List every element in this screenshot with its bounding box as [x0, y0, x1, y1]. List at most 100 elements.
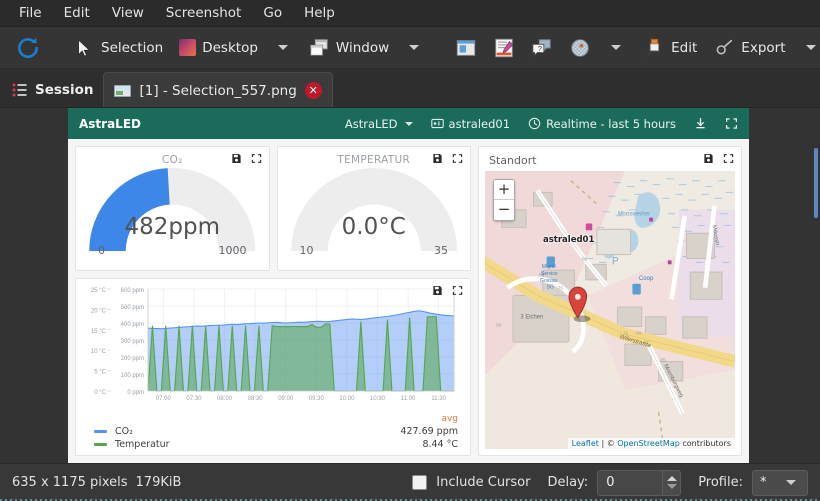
map-zoom-out-button[interactable]: − — [494, 200, 514, 220]
save-dashboard-icon[interactable] — [231, 153, 242, 164]
include-cursor-checkbox[interactable] — [412, 475, 428, 490]
download-button[interactable] — [694, 117, 707, 130]
svg-text:Service: Service — [541, 271, 558, 277]
arrow-up-icon[interactable] — [666, 476, 677, 481]
time-range-picker[interactable]: Realtime - last 5 hours — [528, 117, 676, 131]
edit-button[interactable]: Edit — [636, 32, 704, 64]
map-zoom-in-button[interactable]: + — [494, 180, 514, 200]
fullscreen-button[interactable] — [725, 117, 738, 130]
clock-icon — [528, 117, 541, 130]
menu-item-file[interactable]: File — [8, 2, 53, 24]
panel-chart-actions — [432, 285, 463, 296]
temperature-max: 35 — [434, 244, 448, 257]
co2-max: 1000 — [218, 244, 247, 257]
delay-stepper[interactable]: 0 — [597, 469, 682, 496]
window-label: Window — [335, 39, 390, 56]
plug-icon — [716, 39, 733, 54]
chevron-down-icon — [805, 45, 816, 50]
window-capture-button[interactable]: Window — [301, 32, 396, 64]
fullscreen-icon[interactable] — [723, 153, 734, 164]
export-dropdown-button[interactable] — [795, 32, 820, 64]
attribution-sep: | © — [598, 439, 618, 448]
tab-title: [1] - Selection_557.png — [139, 82, 297, 99]
menu-item-view[interactable]: View — [101, 2, 155, 24]
desktop-dropdown-button[interactable] — [267, 32, 299, 64]
svg-text:Gossau: Gossau — [540, 278, 557, 284]
leaflet-link[interactable]: Leaflet — [572, 439, 599, 448]
legend-row-co2[interactable]: CO₂ 427.69 ppm — [94, 425, 458, 438]
annotate-button[interactable] — [486, 32, 522, 64]
panel-temperature[interactable]: TEMPERATUR 0.0°C 10 35 — [276, 146, 471, 271]
svg-text:400 ppm: 400 ppm — [121, 322, 144, 328]
main-toolbar: Selection Desktop Window ? Edit Export — [0, 27, 820, 69]
menu-item-go[interactable]: Go — [252, 2, 293, 24]
vertical-scrollbar[interactable] — [814, 148, 818, 218]
fullscreen-icon[interactable] — [452, 285, 463, 296]
delay-stepper-arrows[interactable] — [662, 470, 680, 495]
tab-screenshot-file[interactable]: [1] - Selection_557.png ✕ — [103, 72, 333, 108]
new-screenshot-button[interactable] — [8, 32, 48, 64]
svg-text:200 ppm: 200 ppm — [121, 356, 144, 362]
profile-select[interactable]: * — [752, 469, 808, 496]
panel-co2-actions — [231, 153, 262, 164]
include-cursor-label: Include Cursor — [436, 475, 531, 490]
tab-bar: Session [1] - Selection_557.png ✕ — [0, 69, 820, 108]
panel-location-map[interactable]: Standort 93 85 75 88 71 69 67 65 Wilerst… — [478, 146, 742, 456]
fullscreen-icon[interactable] — [452, 153, 463, 164]
co2-min: 0 — [98, 244, 105, 257]
attribution-suffix: contributors — [679, 439, 731, 448]
save-dashboard-icon[interactable] — [432, 285, 443, 296]
device-icon — [430, 118, 444, 129]
menu-item-screenshot[interactable]: Screenshot — [155, 2, 253, 24]
co2-gauge-arc — [89, 168, 256, 252]
svg-text:11:00: 11:00 — [401, 396, 416, 402]
timeseries-plot: 0 °C 5 °C 10 °C 15 °C 20 °C 25 °C 0 ppm 100 ppm… — [91, 288, 455, 402]
profile-label: Profile: — [698, 475, 743, 490]
export-button[interactable]: Export — [706, 32, 792, 64]
image-thumbnail-icon — [114, 84, 132, 97]
desktop-capture-button[interactable]: Desktop — [172, 32, 265, 64]
obfuscate-icon — [571, 38, 590, 57]
openstreetmap-link[interactable]: OpenStreetMap — [617, 439, 680, 448]
legend-row-temperature[interactable]: Temperatur 8.44 °C — [94, 438, 458, 451]
save-dashboard-icon[interactable] — [703, 153, 714, 164]
chevron-down-icon — [277, 45, 288, 50]
device-selector[interactable]: astraled01 — [430, 117, 510, 131]
menu-item-edit[interactable]: Edit — [53, 2, 101, 24]
obfuscate-button[interactable] — [562, 32, 598, 64]
close-icon[interactable]: ✕ — [304, 82, 322, 99]
region-capture-button[interactable] — [448, 32, 484, 64]
legend-avg-co2: 427.69 ppm — [400, 426, 458, 437]
svg-text:Coop: Coop — [639, 275, 654, 282]
panel-map-actions — [703, 153, 734, 164]
svg-text:08:30: 08:30 — [248, 396, 264, 402]
dashboard-brand: AstraLED — [79, 116, 141, 131]
arrow-down-icon[interactable] — [666, 484, 677, 489]
chart-legend: avg CO₂ 427.69 ppm Temperatur 8.44 °C — [76, 414, 470, 451]
panel-co2[interactable]: CO₂ 482ppm 0 1000 — [75, 146, 270, 271]
session-button[interactable]: Session — [6, 75, 103, 105]
desktop-icon — [179, 39, 197, 56]
save-dashboard-icon[interactable] — [432, 153, 443, 164]
fullscreen-icon[interactable] — [251, 153, 262, 164]
speech-bubbles-button[interactable]: ? — [524, 32, 560, 64]
export-label: Export — [741, 39, 786, 56]
leaflet-map[interactable]: 93 85 75 88 71 69 67 65 Wilerstrasse Moosburg… — [485, 171, 735, 449]
delay-value[interactable]: 0 — [598, 470, 663, 495]
annotate-icon — [495, 38, 514, 57]
map-tiles: 938575 8871 69 6765 Wilerstrasse Moosburg… — [485, 171, 735, 449]
svg-text:10:30: 10:30 — [370, 396, 386, 402]
screenshot-preview-canvas[interactable]: AstraLED AstraLED astraled01 Realtime - … — [0, 108, 820, 463]
window-dropdown-button[interactable] — [398, 32, 430, 64]
menu-item-help[interactable]: Help — [293, 2, 346, 24]
tools-dropdown-button[interactable] — [600, 32, 632, 64]
svg-text:500 ppm: 500 ppm — [121, 305, 144, 311]
svg-text:11:30: 11:30 — [431, 396, 446, 402]
svg-text:Migrol: Migrol — [542, 264, 556, 270]
org-selector[interactable]: AstraLED — [345, 117, 413, 131]
panel-timeseries-chart[interactable]: 0 °C 5 °C 10 °C 15 °C 20 °C 25 °C 0 ppm 100 ppm… — [75, 278, 471, 456]
selection-label: Selection — [101, 39, 164, 56]
marker-pen-icon — [645, 38, 660, 57]
selection-mode-button[interactable]: Selection — [66, 32, 170, 64]
panel-temperature-actions — [432, 153, 463, 164]
